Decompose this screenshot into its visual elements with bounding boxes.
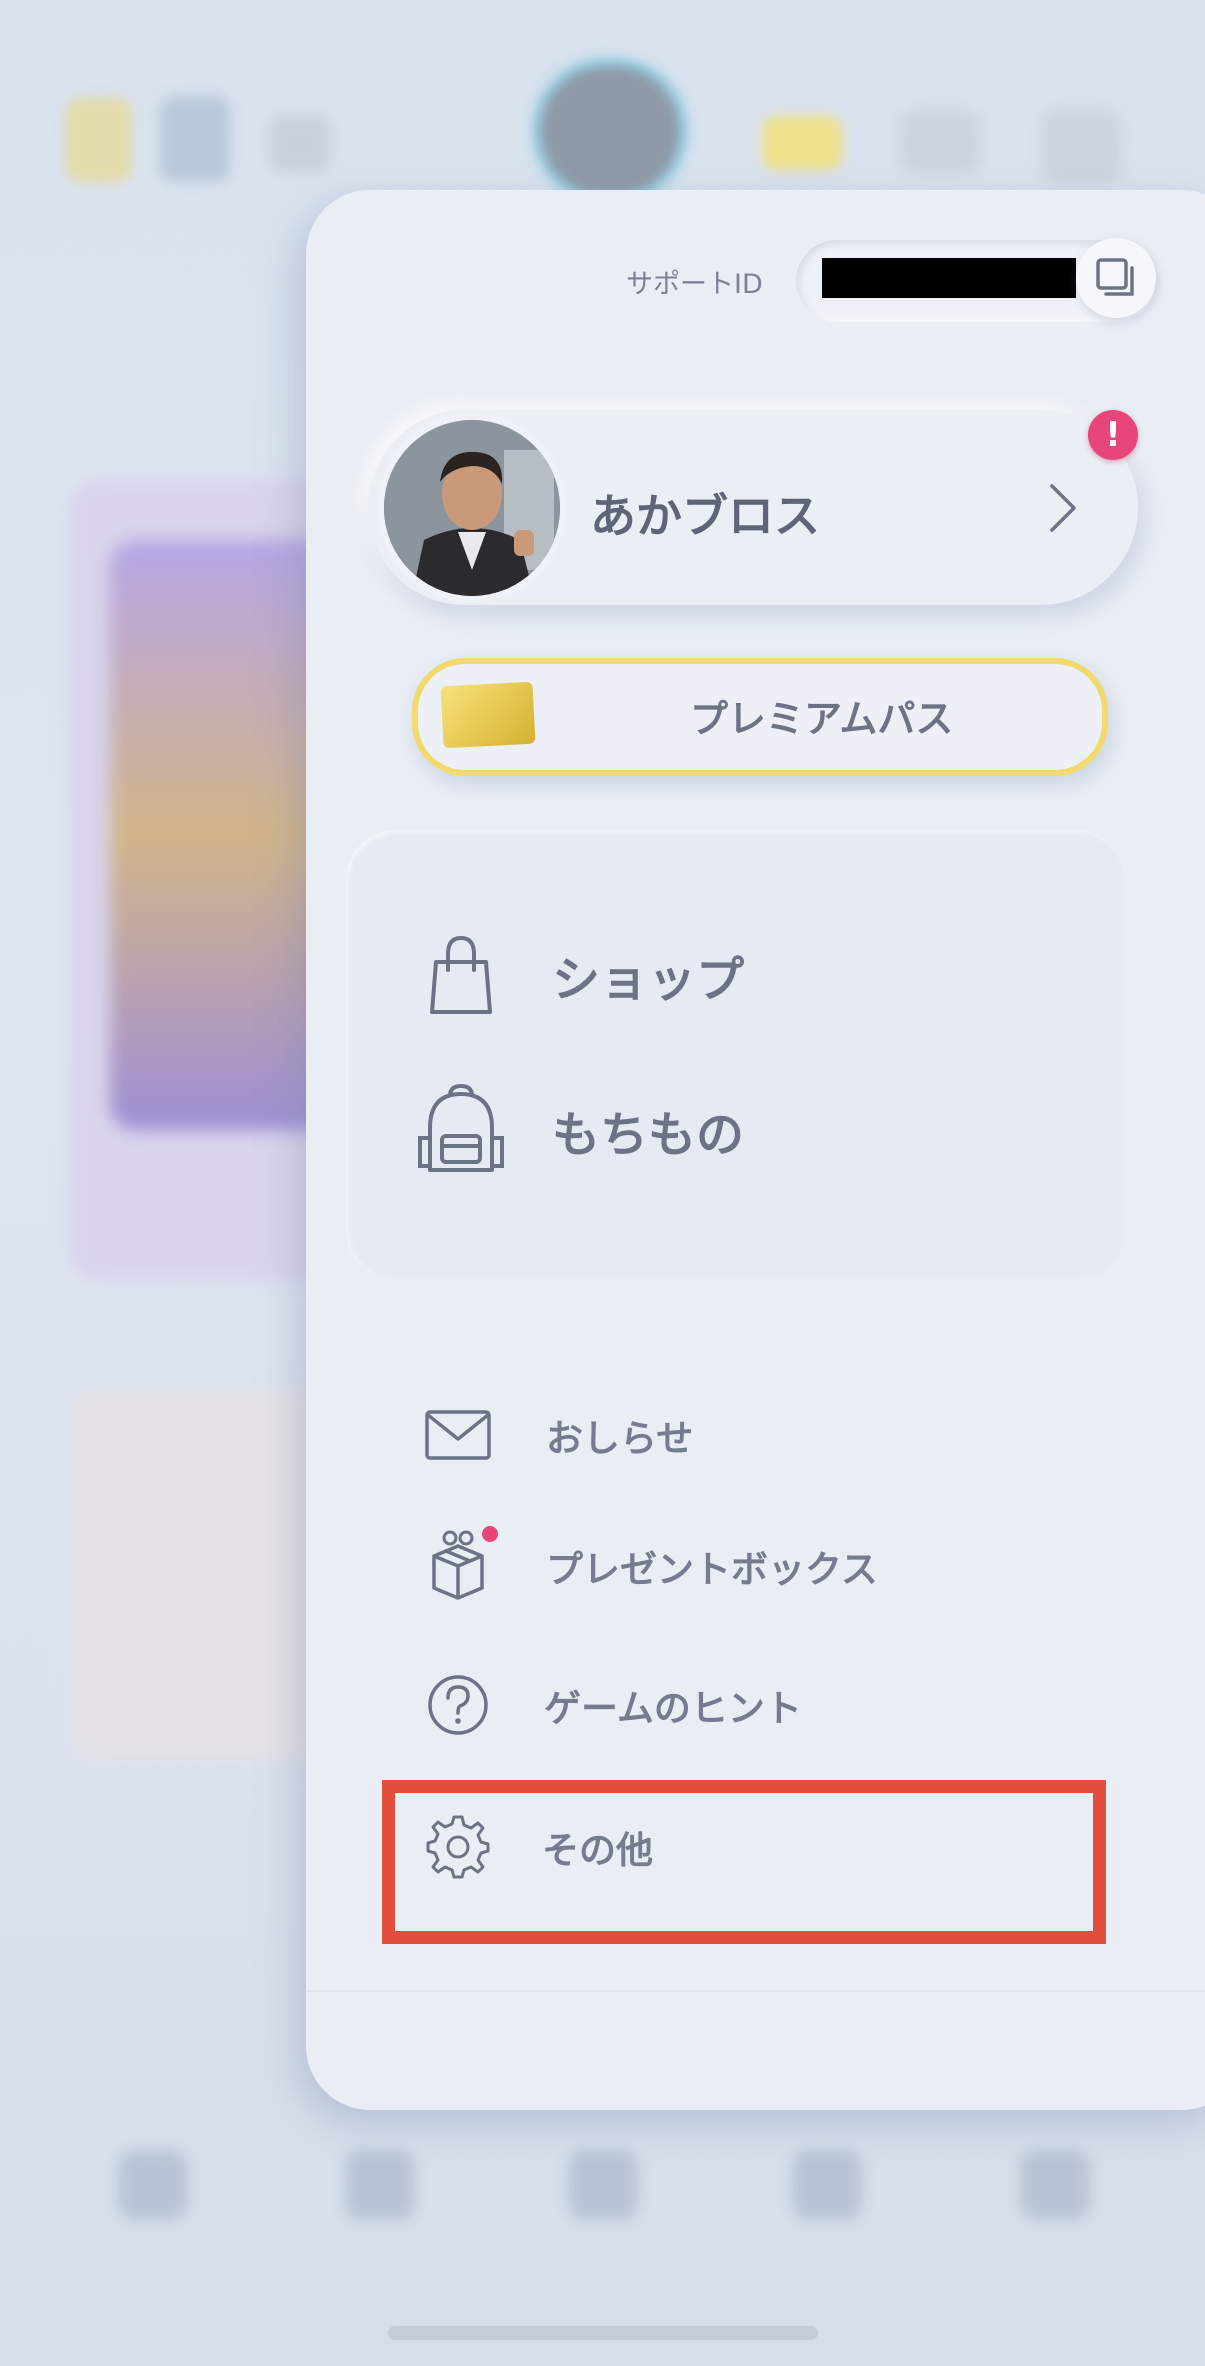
menu-item-inventory[interactable]: もちもの [414, 1082, 744, 1178]
home-indicator [388, 2326, 818, 2340]
support-id-redacted-value [822, 258, 1076, 298]
menu-item-game-tips[interactable]: ゲームのヒント [426, 1670, 802, 1740]
question-icon [426, 1673, 490, 1737]
profile-alert-badge: ! [1088, 410, 1138, 460]
menu-item-shop[interactable]: ショップ [418, 930, 744, 1020]
premium-pass-ticket-icon [440, 681, 536, 749]
menu-item-news[interactable]: おしらせ [424, 1400, 693, 1470]
main-menu-panel [346, 830, 1126, 1280]
backpack-icon [414, 1082, 508, 1178]
envelope-icon [424, 1409, 492, 1461]
menu-item-label: プレゼントボックス [546, 1548, 878, 1591]
avatar [384, 420, 560, 596]
menu-item-present-box[interactable]: プレゼントボックス [426, 1526, 878, 1606]
side-menu-drawer: サポートID あかブロス ! プレミアムパス ショップ もちもの おしらせ プレ… [306, 190, 1205, 2110]
background-top-bar [0, 0, 1205, 196]
profile-name: あかブロス [590, 489, 820, 543]
menu-item-label: ショップ [552, 952, 745, 1008]
premium-pass-label: プレミアムパス [690, 697, 954, 741]
chevron-right-icon [1050, 484, 1076, 532]
copy-support-id-button[interactable] [1076, 238, 1156, 318]
gift-notification-dot [482, 1526, 498, 1542]
gift-icon [426, 1526, 498, 1602]
highlight-box [382, 1780, 1106, 1944]
background-bottom-nav [0, 2110, 1205, 2260]
menu-item-label: ゲームのヒント [544, 1687, 802, 1730]
background-pack-art [110, 540, 330, 1130]
menu-item-label: もちもの [552, 1107, 745, 1163]
copy-icon [1096, 258, 1134, 296]
menu-item-label: おしらせ [546, 1417, 694, 1460]
drawer-divider [306, 1990, 1205, 1992]
shopping-bag-icon [418, 932, 504, 1018]
support-id-label: サポートID [626, 269, 763, 300]
